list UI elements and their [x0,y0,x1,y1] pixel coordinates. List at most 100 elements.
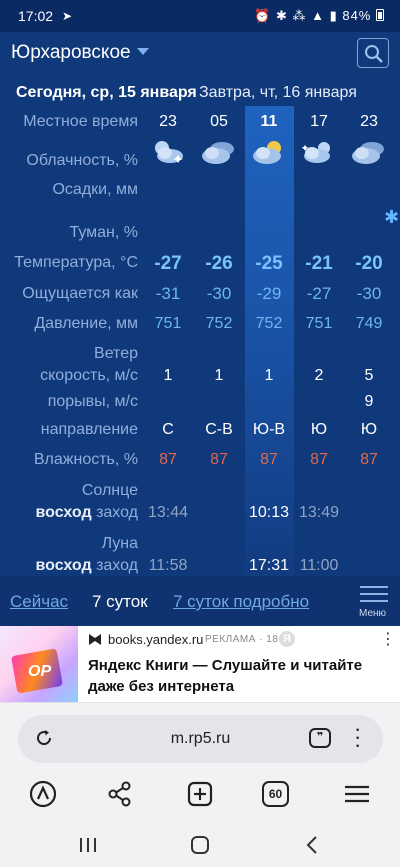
direction-cell: С-В [205,421,233,438]
time-cell: 17 [310,113,328,130]
system-nav-bar [0,824,400,867]
label-feels-like: Ощущается как [22,285,138,302]
direction-cell: С [162,421,174,438]
label-fog: Туман, % [69,224,138,241]
address-bar[interactable]: m.rp5.ru ❞ · · · [18,715,383,763]
label-moonset: заход [96,557,138,574]
tab-seven-days-detail[interactable]: 7 суток подробно [173,592,309,612]
label-precip: Осадки, мм [52,181,138,198]
share-icon[interactable] [105,779,135,809]
yandex-books-icon [89,634,101,645]
feels-cell: -31 [155,284,181,303]
new-tab-icon[interactable] [185,779,215,809]
moonset-tomorrow: 11:00 [299,557,339,574]
sunrise-today: 13:44 [147,504,189,521]
wind-cell: 1 [163,367,173,384]
label-direction: направление [40,421,138,438]
tab-seven-days[interactable]: 7 суток [92,592,148,612]
gust-cell: 9 [364,393,374,410]
feels-cell: -27 [306,284,332,303]
label-sunset: заход [96,504,138,521]
feels-cell: -30 [356,284,382,303]
moonrise-today: 11:58 [148,557,188,574]
partly-sunny-icon [253,141,281,164]
tab-now[interactable]: Сейчас [10,592,68,612]
back-icon[interactable] [305,835,319,855]
moon-rise-set-labels: восход заход [36,557,138,575]
wind-cell: 2 [314,367,324,384]
temp-cell: -21 [305,253,333,274]
ad-label: РЕКЛАМА · 18+ [205,634,285,645]
sun-rise-set-labels: восход заход [36,504,138,522]
night-cloud-icon [155,141,183,163]
humidity-cell: 87 [210,451,228,468]
status-time: 17:02 [18,8,54,24]
snowflake-icon: ✱ [384,207,400,227]
label-gusts: порывы, м/с [47,393,138,410]
yandex-ads-icon: Я [279,631,295,647]
hamburger-icon[interactable] [342,779,372,809]
more-icon[interactable]: · · · [354,718,361,756]
label-local-time: Местное время [23,113,138,130]
bottom-nav: Сейчас 7 суток 7 суток подробно Меню [0,576,400,626]
alice-icon[interactable] [28,779,58,809]
moonrise-tomorrow: 17:31 [248,557,290,574]
time-cell: 23 [159,113,177,130]
overcast-snow-icon [352,142,384,164]
tabs-button[interactable]: 60 [262,781,289,807]
home-icon[interactable] [190,835,210,855]
direction-cell: Ю [310,421,328,438]
wind-cell: 1 [214,367,224,384]
direction-cell: Ю-В [252,421,286,438]
menu-icon-bar [360,593,388,595]
menu-button[interactable]: Меню [359,586,390,622]
direction-cell: Ю [360,421,378,438]
humidity-cell: 87 [260,451,278,468]
time-cell: 05 [210,113,228,130]
weather-app: Юрхаровское Сегодня, ср, 15 января Завтр… [0,32,400,626]
humidity-cell: 87 [360,451,378,468]
label-humidity: Влажность, % [33,451,138,468]
pressure-cell: 749 [355,315,383,332]
label-sun: Солнце [81,482,138,499]
feels-cell: -30 [206,284,232,303]
pressure-cell: 752 [255,315,283,332]
humidity-cell: 87 [159,451,177,468]
pressure-cell: 752 [205,315,233,332]
time-cell: 11 [260,113,278,130]
temp-cell: -26 [205,253,233,274]
status-bar: 17:02 ➤ ⏰ ✱ ⁂ ▲ ▮ 84% [0,0,400,32]
label-wind-speed: скорость, м/с [40,367,138,384]
pressure-cell: 751 [305,315,333,332]
wind-cell: 1 [264,367,274,384]
battery-percent: 84% [342,8,372,23]
menu-label: Меню [359,608,387,619]
status-icons: ⏰ ✱ ⁂ ▲ ▮ 84% [254,8,384,24]
sunrise-tomorrow: 10:13 [248,504,290,521]
label-moon: Луна [101,535,138,552]
label-pressure: Давление, мм [34,315,138,332]
ad-image[interactable]: OP [0,626,78,702]
wind-cell: 5 [364,367,374,384]
label-sunrise: восход [35,504,92,521]
battery-icon [376,9,384,21]
menu-icon [360,586,388,588]
night-cloud-icon [301,142,330,163]
label-temperature: Температура, °C [14,254,138,271]
chat-icon[interactable]: ❞ [309,728,331,748]
ad-title[interactable]: Яндекс Книги — Слушайте и читайте даже б… [88,655,378,697]
temp-cell: -20 [355,253,383,274]
book-cover-text: OP [28,663,52,680]
menu-icon-bar [360,600,388,602]
temp-cell: -25 [255,253,283,274]
ad-domain[interactable]: books.yandex.ru [108,632,203,647]
ad-more-icon[interactable]: ⋮ [380,629,396,649]
sunset-tomorrow: 13:49 [298,504,340,521]
browser-chrome: m.rp5.ru ❞ · · · 60 [0,702,400,824]
feels-cell: -29 [256,284,282,303]
label-cloudiness: Облачность, % [26,152,138,169]
humidity-cell: 87 [310,451,328,468]
recent-apps-icon[interactable] [78,836,98,854]
pressure-cell: 751 [154,315,182,332]
forecast-table: Местное время Облачность, % Осадки, мм Т… [0,32,400,592]
